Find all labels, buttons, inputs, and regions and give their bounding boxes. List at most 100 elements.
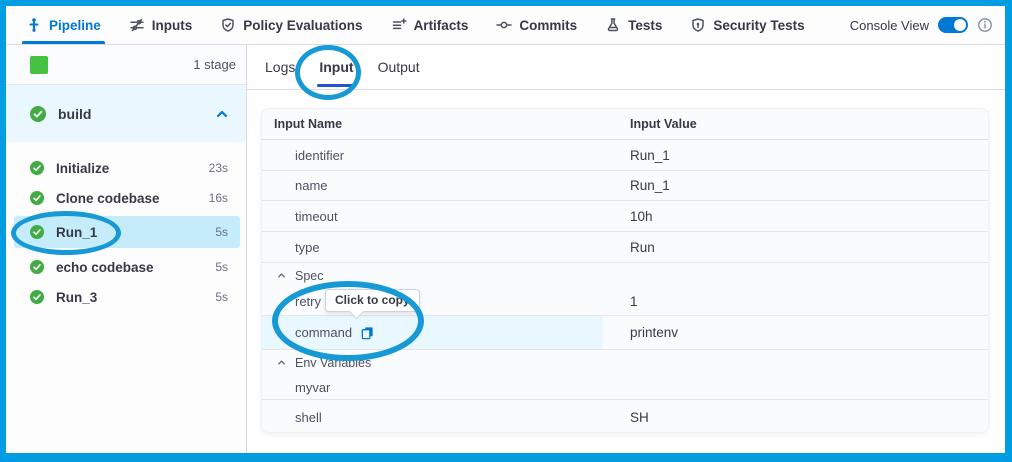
nav-tab-artifacts[interactable]: Artifacts — [391, 6, 469, 44]
input-value-cell: Run — [630, 240, 655, 255]
step-name: echo codebase — [56, 260, 154, 275]
table-header-row: Input Name Input Value — [262, 109, 988, 140]
step-name: Run_1 — [56, 225, 97, 240]
input-name-cell: name — [262, 178, 328, 193]
toggle-knob — [954, 19, 966, 31]
success-check-icon — [30, 161, 44, 175]
stage-name: build — [58, 106, 91, 122]
section-row-env-variables[interactable]: Env Variables — [262, 350, 988, 375]
input-name-label: command — [295, 325, 352, 340]
step-duration: 5s — [215, 260, 228, 274]
step-duration: 5s — [215, 290, 228, 304]
sidebar-header: 1 stage — [6, 45, 246, 85]
pipeline-icon — [26, 17, 42, 33]
nav-tab-label: Inputs — [152, 18, 193, 33]
input-name-cell: command — [262, 325, 375, 340]
artifacts-icon — [391, 17, 407, 33]
nav-tab-security-tests[interactable]: Security Tests — [690, 6, 804, 44]
security-tests-icon — [690, 17, 706, 33]
stage-row-build[interactable]: build — [6, 85, 246, 142]
step-name: Run_3 — [56, 290, 97, 305]
table-row-command: command printenv — [262, 316, 988, 350]
nav-tab-label: Artifacts — [414, 18, 469, 33]
nav-tab-label: Tests — [628, 18, 662, 33]
input-name-cell: Spec — [262, 269, 324, 283]
nav-tab-tests[interactable]: Tests — [605, 6, 662, 44]
input-name-cell: retry — [262, 294, 321, 309]
step-detail-panel: Logs Input Output Input Name Input Value… — [247, 45, 1005, 453]
column-header-input-name: Input Name — [262, 117, 342, 131]
nav-tab-label: Pipeline — [49, 18, 101, 33]
click-to-copy-tooltip: Click to copy — [325, 289, 420, 312]
nav-tab-pipeline[interactable]: Pipeline — [26, 6, 101, 44]
table-row: myvar — [262, 375, 988, 400]
tests-icon — [605, 17, 621, 33]
detail-tabbar: Logs Input Output — [247, 45, 1005, 90]
chevron-up-icon[interactable] — [214, 106, 230, 122]
step-name: Initialize — [56, 161, 109, 176]
step-name: Clone codebase — [56, 191, 160, 206]
input-value-cell: Run_1 — [630, 178, 670, 193]
step-row-run-1[interactable]: Run_1 5s — [14, 216, 240, 248]
table-row: type Run — [262, 232, 988, 263]
nav-tab-policy-evaluations[interactable]: Policy Evaluations — [220, 6, 362, 44]
top-navbar: Pipeline Inputs Policy Evaluations — [6, 6, 1005, 45]
tab-output[interactable]: Output — [378, 45, 420, 89]
policy-evaluations-icon — [220, 17, 236, 33]
input-name-cell: timeout — [262, 209, 338, 224]
tab-label: Input — [319, 59, 353, 75]
navbar-right-controls: Console View — [850, 6, 993, 44]
table-row: timeout 10h — [262, 201, 988, 232]
table-row: shell SH — [262, 400, 988, 434]
section-row-spec[interactable]: Spec — [262, 263, 988, 288]
input-name-cell: type — [262, 240, 320, 255]
tab-label: Output — [378, 59, 420, 75]
tab-label: Logs — [265, 59, 295, 75]
chevron-up-icon[interactable] — [276, 357, 287, 368]
nav-tab-commits[interactable]: Commits — [496, 6, 577, 44]
app-window: Pipeline Inputs Policy Evaluations — [0, 0, 1012, 462]
tab-logs[interactable]: Logs — [265, 45, 295, 89]
input-value-cell: Run_1 — [630, 148, 670, 163]
console-view-toggle[interactable] — [938, 17, 968, 33]
stage-status-square — [30, 56, 48, 74]
execution-sidebar: 1 stage build Initialize 23s Clone c — [6, 45, 247, 453]
inputs-icon — [129, 17, 145, 33]
copy-icon[interactable] — [360, 325, 375, 340]
success-check-icon — [30, 106, 46, 122]
success-check-icon — [30, 290, 44, 304]
table-row: name Run_1 — [262, 171, 988, 201]
nav-tab-label: Security Tests — [713, 18, 804, 33]
step-duration: 23s — [209, 161, 228, 175]
input-value-cell: 10h — [630, 209, 653, 224]
success-check-icon — [30, 225, 44, 239]
input-value-cell: printenv — [630, 325, 678, 340]
column-header-input-value: Input Value — [630, 117, 697, 131]
success-check-icon — [30, 191, 44, 205]
info-icon[interactable] — [977, 17, 993, 33]
console-view-label: Console View — [850, 18, 929, 33]
chevron-up-icon[interactable] — [276, 270, 287, 281]
nav-tab-label: Policy Evaluations — [243, 18, 362, 33]
input-name-cell: myvar — [262, 380, 330, 395]
section-label: Env Variables — [295, 356, 371, 370]
input-value-cell: SH — [630, 410, 649, 425]
step-row-initialize[interactable]: Initialize 23s — [14, 152, 240, 184]
success-check-icon — [30, 260, 44, 274]
table-row: identifier Run_1 — [262, 140, 988, 171]
tooltip-text: Click to copy — [335, 293, 410, 307]
section-label: Spec — [295, 269, 324, 283]
step-row-echo-codebase[interactable]: echo codebase 5s — [14, 251, 240, 283]
nav-tab-inputs[interactable]: Inputs — [129, 6, 193, 44]
input-value-cell: 1 — [630, 294, 638, 309]
input-name-cell: Env Variables — [262, 356, 371, 370]
step-duration: 16s — [209, 191, 228, 205]
input-table-card: Input Name Input Value identifier Run_1 … — [261, 108, 989, 433]
commits-icon — [496, 17, 512, 33]
tab-input[interactable]: Input — [319, 45, 353, 89]
step-row-clone-codebase[interactable]: Clone codebase 16s — [14, 182, 240, 214]
step-duration: 5s — [215, 225, 228, 239]
step-row-run-3[interactable]: Run_3 5s — [14, 281, 240, 313]
input-name-cell: identifier — [262, 148, 344, 163]
input-name-cell: shell — [262, 410, 322, 425]
